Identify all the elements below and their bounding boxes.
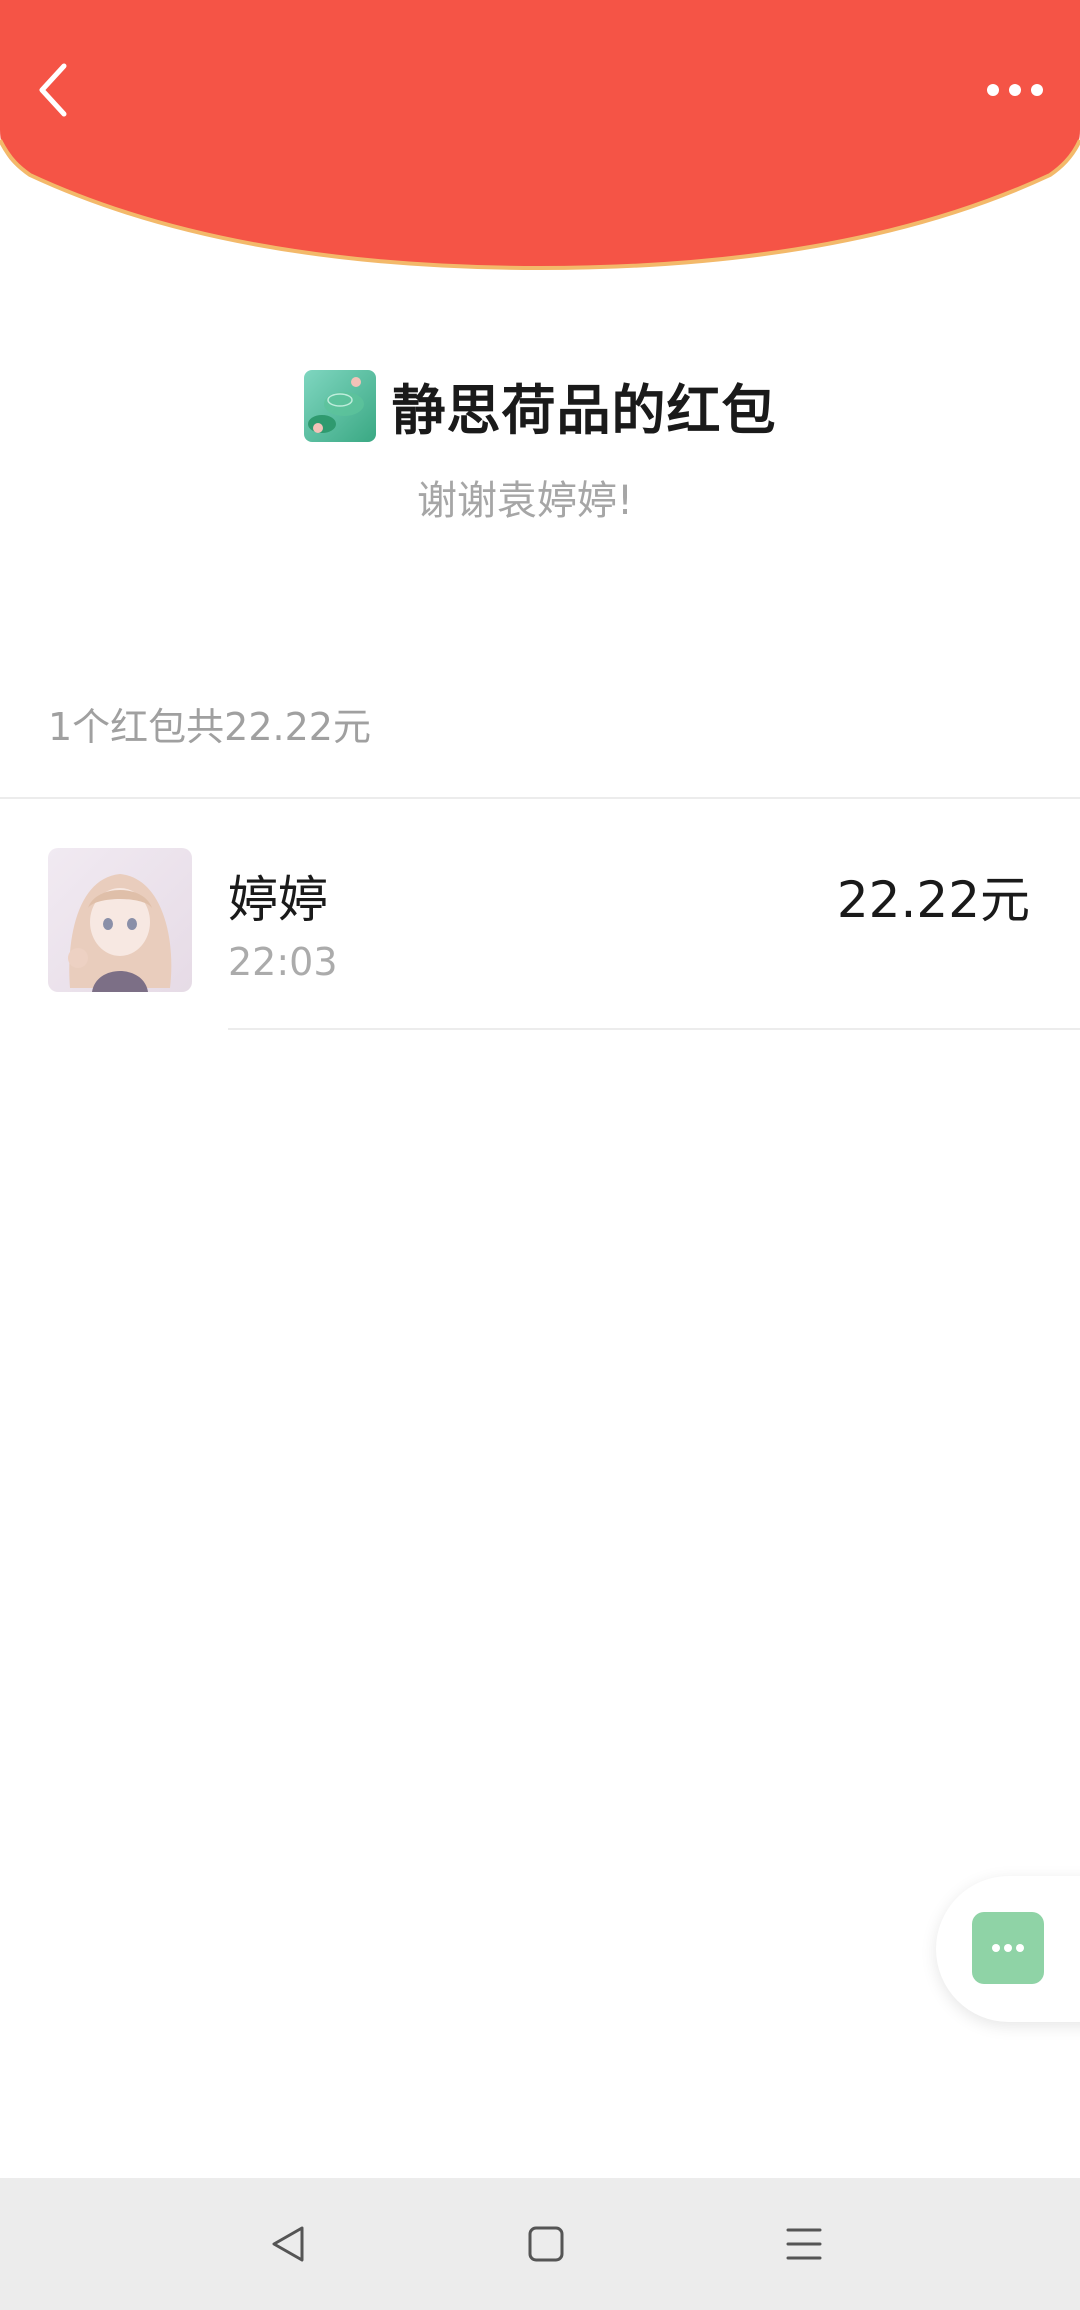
receiver-avatar[interactable] bbox=[48, 848, 192, 992]
receiver-list-item[interactable]: 婷婷 22:03 22.22元 bbox=[0, 848, 1080, 1028]
divider bbox=[0, 797, 1080, 799]
lotus-pond-avatar bbox=[303, 369, 376, 442]
floating-chat-button[interactable] bbox=[972, 1912, 1044, 1984]
nav-menu-button[interactable] bbox=[744, 2178, 864, 2310]
received-amount: 22.22元 bbox=[836, 871, 1030, 929]
list-divider bbox=[228, 1028, 1080, 1030]
red-packet-detail-page: 静思荷品的红包 谢谢袁婷婷! 1个红包共22.22元 婷婷 22:03 22.2… bbox=[0, 0, 1080, 2310]
more-horizontal-icon bbox=[987, 84, 1043, 96]
anime-girl-avatar bbox=[48, 848, 192, 992]
square-home-icon bbox=[528, 2226, 564, 2262]
nav-home-button[interactable] bbox=[486, 2178, 606, 2310]
back-button[interactable] bbox=[24, 50, 84, 130]
nav-back-button[interactable] bbox=[228, 2178, 348, 2310]
more-options-button[interactable] bbox=[980, 60, 1050, 120]
receiver-name: 婷婷 bbox=[228, 871, 328, 929]
sender-avatar[interactable] bbox=[303, 369, 376, 442]
sender-info: 静思荷品的红包 bbox=[0, 366, 1080, 445]
packet-summary: 1个红包共22.22元 bbox=[48, 705, 371, 749]
hamburger-menu-icon bbox=[786, 2228, 822, 2260]
sender-title: 静思荷品的红包 bbox=[391, 379, 777, 442]
chat-bubble-icon bbox=[992, 1944, 1024, 1952]
system-nav-bar bbox=[0, 2178, 1080, 2310]
receive-time: 22:03 bbox=[228, 940, 338, 984]
chevron-left-icon bbox=[39, 63, 67, 117]
red-header-background bbox=[0, 0, 1080, 271]
greeting-message: 谢谢袁婷婷! bbox=[416, 478, 634, 524]
triangle-back-icon bbox=[272, 2226, 304, 2262]
